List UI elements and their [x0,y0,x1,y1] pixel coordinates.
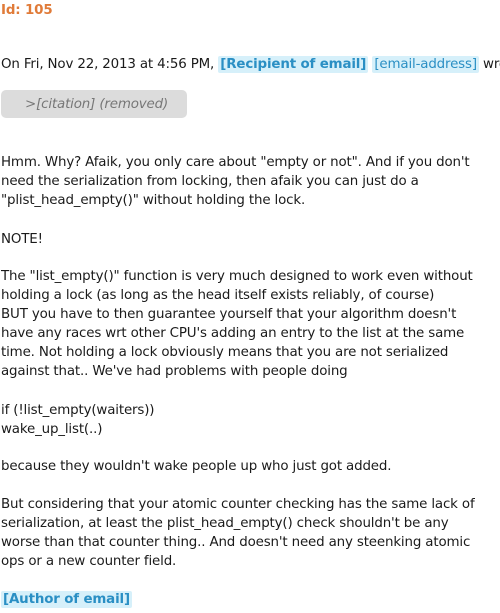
body-line: "plist_head_empty()" without holding the… [1,193,306,208]
intro-suffix: wrote: [483,57,500,72]
email-address-tag: [email-address] [372,56,479,73]
body-line: The "list_empty()" function is very much… [1,269,473,284]
body-line: BUT you have to then guarantee yourself … [1,307,457,322]
body-line: against that.. We've had problems with p… [1,364,348,379]
author-tag: [Author of email] [1,591,132,608]
body-line: have any races wrt other CPU's adding an… [1,326,465,341]
body-line: worse than that counter thing.. And does… [1,535,471,550]
recipient-tag: [Recipient of email] [218,56,369,73]
reply-intro-line: On Fri, Nov 22, 2013 at 4:56 PM, [Recipi… [1,55,500,74]
body-line: But considering that your atomic counter… [1,497,475,512]
body-line: time. Not holding a lock obviously means… [1,345,449,360]
email-id-label: Id: 105 [1,3,53,18]
body-line: NOTE! [1,232,43,247]
citation-block: >[citation] (removed) [1,90,187,118]
body-line: ops or a new counter field. [1,554,177,569]
citation-text: >[citation] (removed) [25,97,169,112]
signature-line: [Author of email] [1,590,132,609]
body-line: holding a lock (as long as the head itse… [1,288,435,303]
body-line: need the serialization from locking, the… [1,174,419,189]
body-line: serialization, at least the plist_head_e… [1,516,449,531]
body-line: because they wouldn't wake people up who… [1,459,392,474]
intro-prefix: On Fri, Nov 22, 2013 at 4:56 PM, [1,57,219,72]
code-line: if (!list_empty(waiters)) [1,403,155,418]
code-line: wake_up_list(..) [1,422,103,437]
body-line: Hmm. Why? Afaik, you only care about "em… [1,155,470,170]
